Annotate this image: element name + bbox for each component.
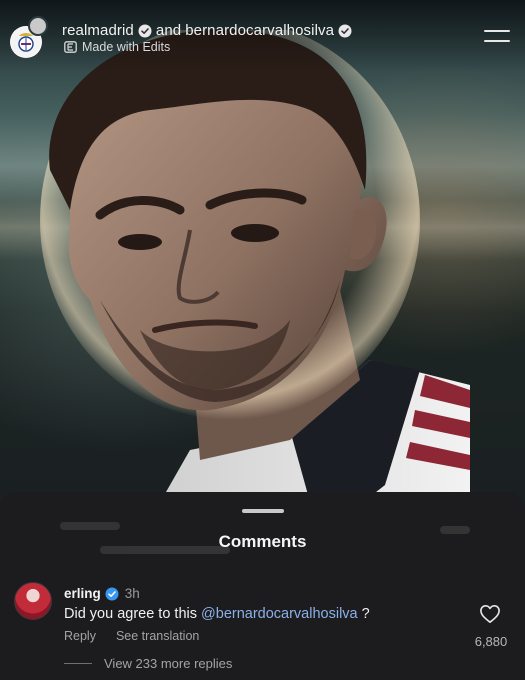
menu-icon[interactable]: [484, 28, 510, 44]
commenter-username[interactable]: erling: [64, 586, 101, 601]
made-with-edits-label: Made with Edits: [82, 40, 171, 54]
comment-timestamp: 3h: [124, 586, 140, 601]
comment-text-prefix: Did you agree to this: [64, 606, 202, 622]
collaborator-name-link[interactable]: bernardocarvalhosilva: [185, 22, 334, 39]
reel-title: realmadrid and bernardocarvalhosilva: [62, 22, 352, 39]
like-count: 6,880: [474, 634, 508, 649]
reel-viewer: realmadrid and bernardocarvalhosilva Mad…: [0, 0, 525, 680]
comment-header: erling 3h: [64, 586, 140, 601]
account-name-link[interactable]: realmadrid: [62, 22, 134, 39]
comment-text-suffix: ?: [357, 606, 370, 622]
verified-badge-icon: [138, 24, 152, 37]
verified-badge-icon: [105, 587, 119, 600]
view-replies-label: View 233 more replies: [104, 656, 233, 671]
collaborator-avatar[interactable]: [28, 16, 48, 36]
comments-title: Comments: [218, 532, 307, 551]
sheet-drag-handle[interactable]: [242, 509, 284, 513]
comment-mention-link[interactable]: @bernardocarvalhosilva: [201, 606, 358, 622]
view-replies-button[interactable]: View 233 more replies: [64, 656, 232, 671]
replies-divider-line: [64, 663, 92, 664]
see-translation-button[interactable]: See translation: [116, 629, 199, 643]
reply-button[interactable]: Reply: [64, 629, 96, 643]
like-heart-icon[interactable]: [479, 604, 501, 624]
comment-body: Did you agree to this @bernardocarvalhos…: [64, 606, 370, 622]
title-joiner: and: [155, 22, 182, 39]
edits-app-icon: [64, 41, 77, 53]
reel-header: realmadrid and bernardocarvalhosilva Mad…: [0, 0, 525, 72]
commenter-avatar[interactable]: [14, 582, 52, 620]
comments-sheet: Comments erling 3h Did you agree to this…: [0, 492, 525, 680]
reel-media[interactable]: [0, 0, 525, 520]
comment-actions: Reply See translation: [64, 629, 199, 643]
player-portrait-image: [40, 30, 470, 520]
made-with-edits-link[interactable]: Made with Edits: [64, 40, 170, 54]
verified-badge-icon: [338, 24, 352, 37]
